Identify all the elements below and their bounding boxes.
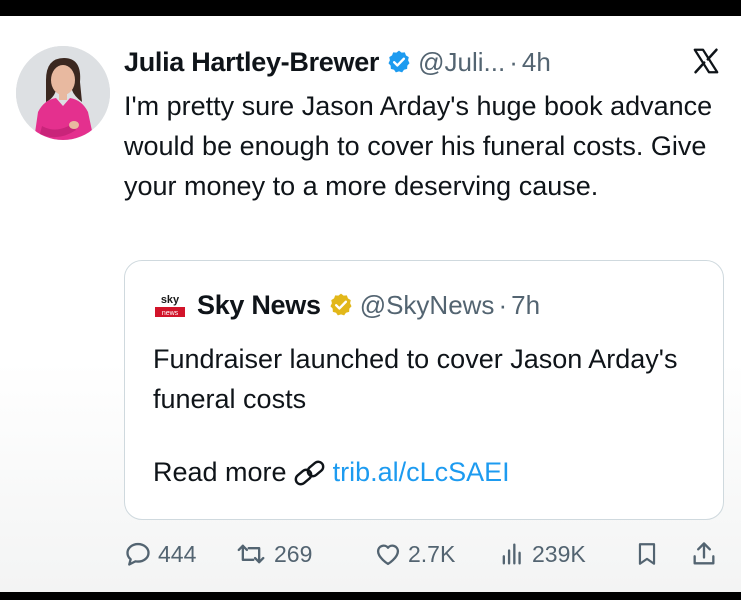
article-link[interactable]: trib.al/cLcSAEI — [333, 457, 510, 488]
quoted-author-handle[interactable]: @SkyNews — [360, 290, 495, 321]
sky-news-logo-icon[interactable]: sky news — [153, 290, 187, 320]
tweet-time[interactable]: 4h — [522, 47, 551, 78]
quoted-tweet-header: sky news Sky News @SkyNews · 7h — [153, 285, 540, 325]
author-avatar[interactable] — [16, 46, 110, 140]
verified-badge-icon — [386, 49, 412, 75]
tweet-card[interactable]: Julia Hartley-Brewer @Juli... · 4h I'm p… — [0, 16, 741, 592]
quoted-tweet-text: Fundraiser launched to cover Jason Arday… — [153, 344, 678, 414]
x-logo-icon[interactable] — [691, 46, 721, 76]
reply-count: 444 — [158, 540, 197, 567]
bookmark-button[interactable] — [634, 536, 666, 572]
quoted-tweet-time[interactable]: 7h — [511, 290, 540, 321]
repost-icon — [237, 544, 265, 564]
tweet-actions: 444 269 2.7K 239K — [124, 536, 724, 572]
read-more-label: Read more — [153, 457, 287, 487]
like-button[interactable]: 2.7K — [374, 536, 455, 572]
like-count: 2.7K — [408, 540, 456, 567]
heart-icon — [376, 544, 400, 566]
link-icon — [293, 458, 327, 488]
repost-count: 269 — [274, 540, 313, 567]
quoted-author-name[interactable]: Sky News — [197, 290, 321, 321]
separator-dot: · — [509, 46, 518, 77]
sky-logo-text-bottom: news — [162, 310, 179, 317]
author-handle[interactable]: @Juli... — [418, 47, 505, 78]
tweet-text: I'm pretty sure Jason Arday's huge book … — [124, 91, 713, 201]
views-button[interactable]: 239K — [498, 536, 586, 572]
views-count: 239K — [532, 540, 586, 567]
read-more-row: Read more trib.al/cLcSAEI — [153, 457, 510, 488]
reply-button[interactable]: 444 — [124, 536, 196, 572]
share-button[interactable] — [690, 536, 724, 572]
tweet-header: Julia Hartley-Brewer @Juli... · 4h — [124, 44, 721, 80]
gold-verified-badge-icon — [328, 292, 354, 318]
share-icon — [693, 542, 715, 565]
author-name[interactable]: Julia Hartley-Brewer — [124, 47, 379, 78]
quoted-tweet[interactable]: sky news Sky News @SkyNews · 7h Fundrais… — [124, 260, 724, 520]
reply-icon — [126, 542, 150, 566]
quoted-separator-dot: · — [498, 289, 508, 320]
sky-logo-text-top: sky — [161, 294, 180, 306]
bookmark-icon — [638, 543, 656, 565]
views-chart-icon — [502, 543, 521, 565]
repost-button[interactable]: 269 — [234, 536, 312, 572]
